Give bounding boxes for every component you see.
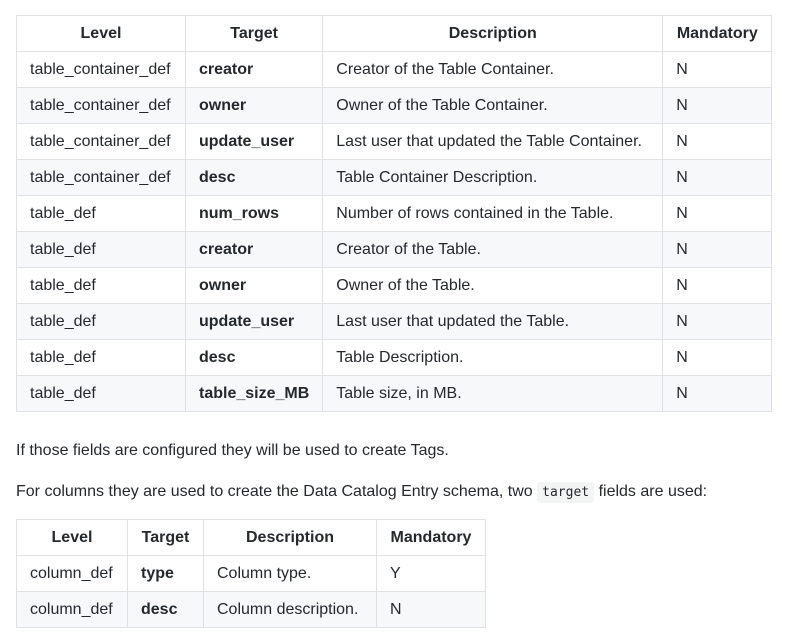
cell-description: Creator of the Table Container.: [322, 51, 664, 88]
cell-mandatory: N: [662, 51, 773, 88]
cell-level: table_def: [16, 267, 186, 304]
cell-mandatory: N: [662, 231, 773, 268]
table-row: column_def type Column type. Y: [16, 555, 486, 592]
cell-description: Table size, in MB.: [322, 375, 664, 412]
table-row: table_def owner Owner of the Table. N: [16, 267, 773, 304]
table-row: table_container_def creator Creator of the…: [16, 51, 773, 88]
cell-level: table_container_def: [16, 51, 186, 88]
cell-target: owner: [184, 87, 324, 124]
cell-target: update_user: [184, 123, 324, 160]
cell-description: Table Container Description.: [322, 159, 664, 196]
table-row: table_container_def update_user Last user …: [16, 123, 773, 160]
tag-fields-table: Level Target Description Mandatory table…: [16, 15, 773, 412]
table-row: table_def desc Table Description. N: [16, 339, 773, 376]
table-row: table_container_def owner Owner of the Tab…: [16, 87, 773, 124]
cell-target: num_rows: [184, 195, 324, 232]
cell-description: Table Description.: [322, 339, 664, 376]
paragraph-text-after: fields are used:: [598, 483, 708, 500]
column-header-level: Level: [16, 519, 128, 556]
cell-mandatory: N: [662, 375, 773, 412]
cell-level: table_def: [16, 231, 186, 268]
cell-level: table_container_def: [16, 123, 186, 160]
cell-level: column_def: [16, 591, 128, 628]
cell-description: Column description.: [203, 591, 377, 628]
table-row: table_container_def desc Table Container D…: [16, 159, 773, 196]
cell-mandatory: N: [662, 267, 773, 304]
cell-level: table_container_def: [16, 159, 186, 196]
cell-mandatory: N: [662, 159, 773, 196]
cell-level: table_def: [16, 195, 186, 232]
table-row: table_def table_size_MB Table size, in MB.…: [16, 375, 773, 412]
cell-level: table_def: [16, 339, 186, 376]
cell-target: desc: [184, 159, 324, 196]
cell-mandatory: N: [662, 339, 773, 376]
cell-target: desc: [127, 591, 204, 628]
table-body: column_def type Column type. Ycolumn_def des…: [16, 555, 486, 628]
column-header-target: Target: [127, 519, 204, 556]
cell-mandatory: N: [376, 591, 486, 628]
column-header-mandatory: Mandatory: [662, 15, 773, 52]
cell-level: table_def: [16, 303, 186, 340]
cell-mandatory: N: [662, 195, 773, 232]
paragraph-columns-note: For columns they are used to create the …: [16, 480, 707, 505]
paragraph-text-before: For columns they are used to create the …: [16, 483, 533, 500]
cell-target: desc: [184, 339, 324, 376]
table-row: table_def update_user Last user that updat…: [16, 303, 773, 340]
inline-code-target: target: [537, 482, 595, 503]
table-header-row: Level Target Description Mandatory: [16, 15, 773, 52]
cell-target: owner: [184, 267, 324, 304]
table-header-row: Level Target Description Mandatory: [16, 519, 486, 556]
cell-description: Owner of the Table.: [322, 267, 664, 304]
cell-target: creator: [184, 51, 324, 88]
column-fields-table: Level Target Description Mandatory colum…: [16, 519, 486, 628]
cell-mandatory: Y: [376, 555, 486, 592]
table-body: table_container_def creator Creator of the…: [16, 51, 773, 412]
cell-mandatory: N: [662, 303, 773, 340]
table-row: column_def desc Column description. N: [16, 591, 486, 628]
cell-description: Column type.: [203, 555, 377, 592]
cell-target: table_size_MB: [184, 375, 324, 412]
column-header-description: Description: [203, 519, 377, 556]
paragraph-tags-note: If those fields are configured they will…: [16, 442, 449, 459]
cell-description: Last user that updated the Table.: [322, 303, 664, 340]
column-header-mandatory: Mandatory: [376, 519, 486, 556]
cell-description: Creator of the Table.: [322, 231, 664, 268]
cell-level: column_def: [16, 555, 128, 592]
cell-target: type: [127, 555, 204, 592]
cell-level: table_container_def: [16, 87, 186, 124]
table-row: table_def num_rows Number of rows containe…: [16, 195, 773, 232]
cell-description: Owner of the Table Container.: [322, 87, 664, 124]
column-header-level: Level: [16, 15, 186, 52]
column-header-target: Target: [184, 15, 324, 52]
cell-mandatory: N: [662, 87, 773, 124]
cell-level: table_def: [16, 375, 186, 412]
cell-target: update_user: [184, 303, 324, 340]
cell-target: creator: [184, 231, 324, 268]
column-header-description: Description: [322, 15, 664, 52]
table-row: table_def creator Creator of the Table. N: [16, 231, 773, 268]
cell-mandatory: N: [662, 123, 773, 160]
cell-description: Last user that updated the Table Contain…: [322, 123, 664, 160]
cell-description: Number of rows contained in the Table.: [322, 195, 664, 232]
